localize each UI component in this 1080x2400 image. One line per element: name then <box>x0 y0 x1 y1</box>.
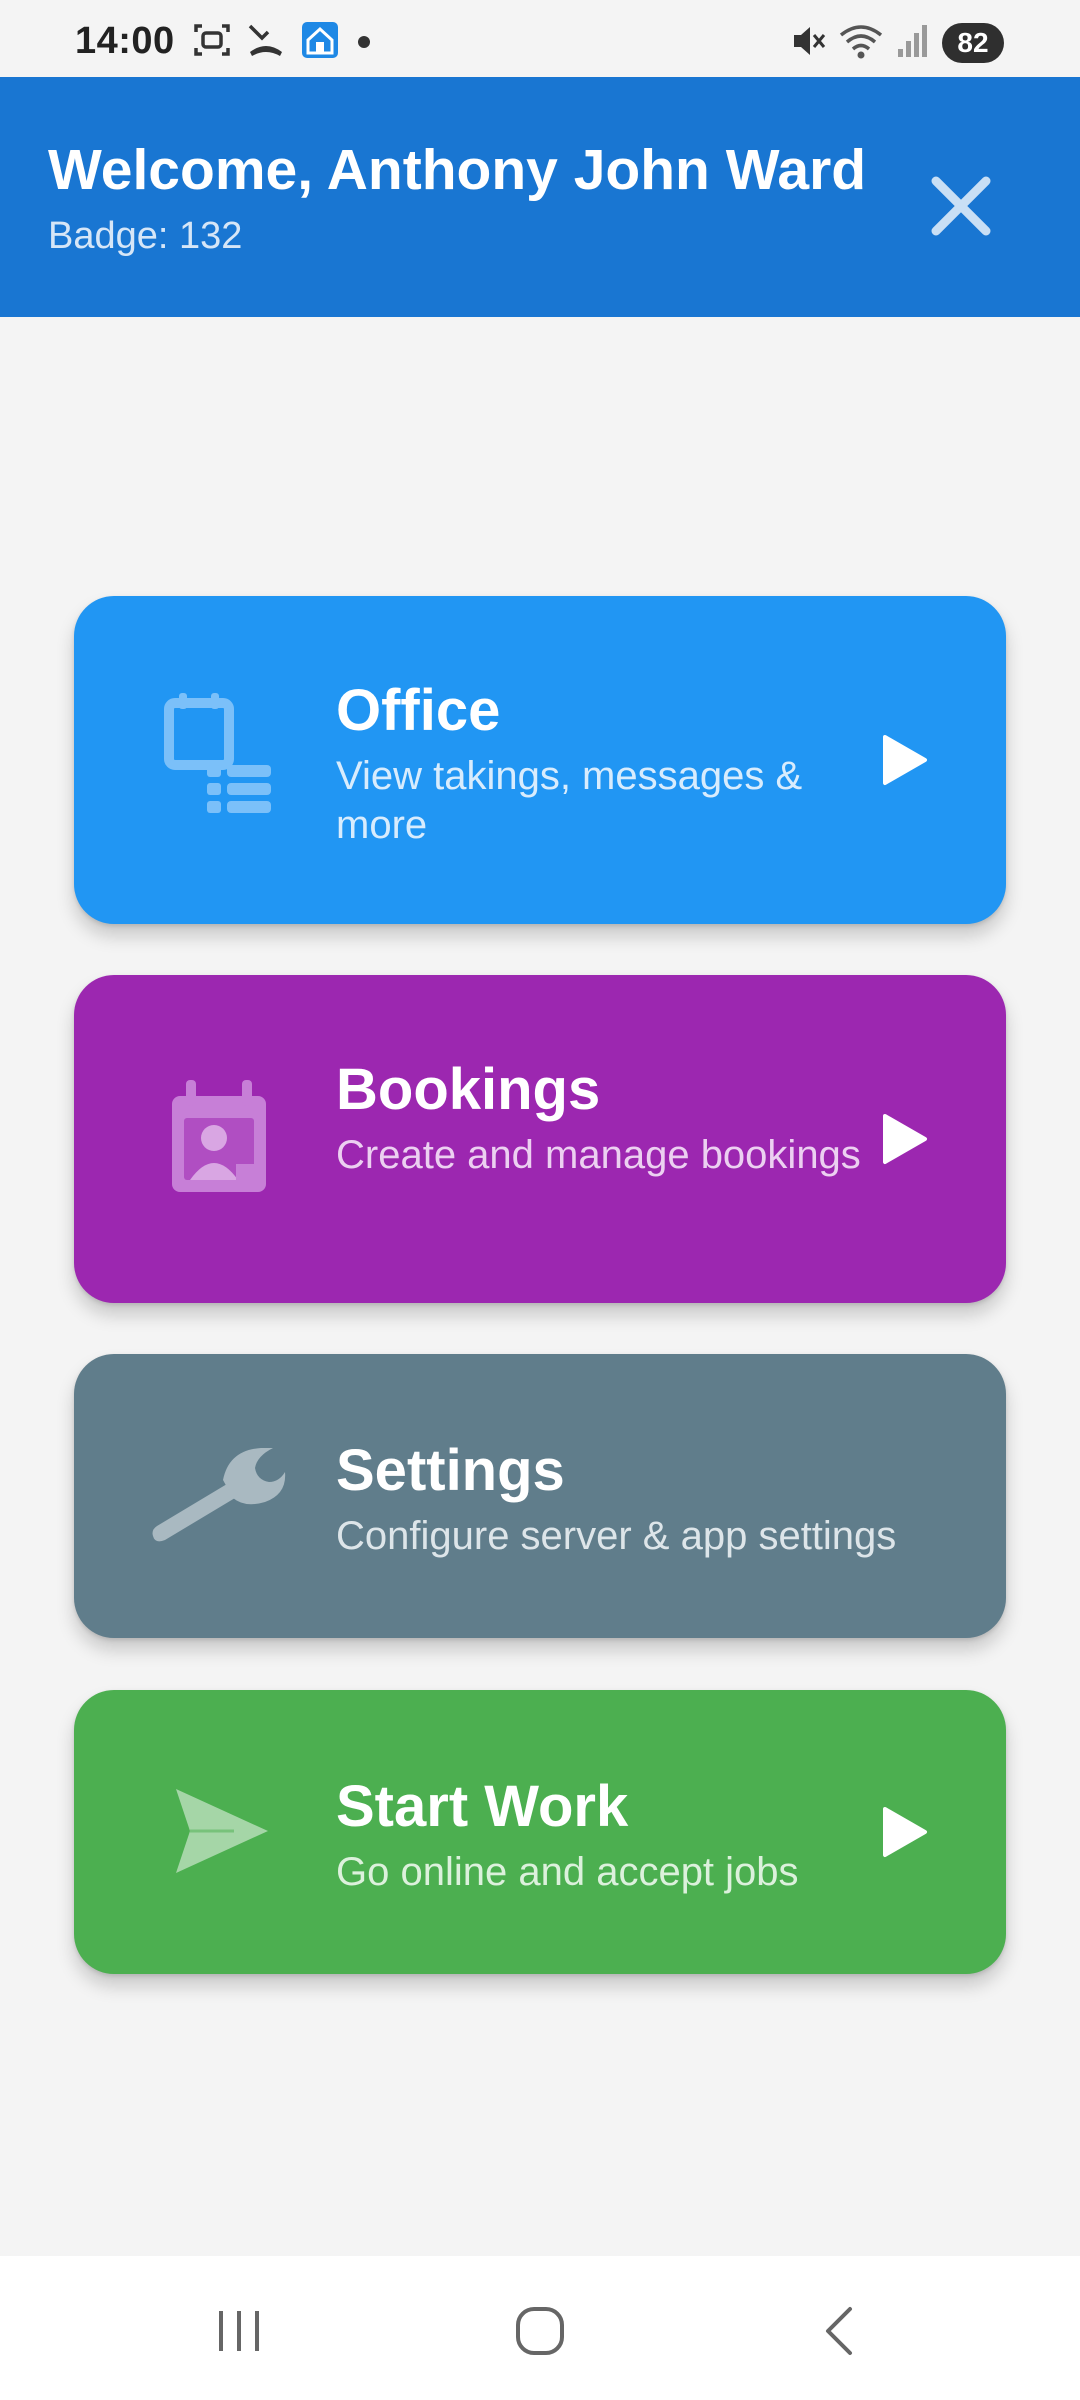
send-icon <box>144 1756 294 1906</box>
welcome-title: Welcome, Anthony John Ward <box>48 138 867 202</box>
wifi-icon <box>838 21 884 66</box>
office-icon <box>144 684 294 834</box>
signal-icon <box>896 21 930 66</box>
chevron-right-icon <box>874 1109 934 1169</box>
home-app-icon <box>300 20 340 65</box>
battery-indicator: 82 <box>942 23 1004 63</box>
start-work-card-text: Start Work Go online and accept jobs <box>336 1772 896 1897</box>
settings-description: Configure server & app settings <box>336 1514 897 1558</box>
office-title: Office <box>336 678 501 743</box>
app-screen: 14:00 82 Welcome, Anthony John Ward Badg… <box>0 0 1080 2400</box>
recents-button[interactable] <box>194 2286 284 2376</box>
settings-title: Settings <box>336 1438 565 1503</box>
close-icon <box>931 176 991 236</box>
settings-card-text: Settings Configure server & app settings <box>336 1436 976 1561</box>
notification-dot-icon <box>354 20 374 65</box>
badge-label: Badge: 132 <box>48 215 243 257</box>
home-button[interactable] <box>495 2286 585 2376</box>
home-icon <box>516 2307 564 2355</box>
wrench-icon <box>144 1420 294 1570</box>
bookings-card-text: Bookings Create and manage bookings <box>336 1055 896 1180</box>
office-card[interactable]: Office View takings, messages & more <box>74 596 1006 924</box>
back-icon <box>826 2307 852 2355</box>
screenshot-icon <box>192 20 232 65</box>
back-button[interactable] <box>797 2286 887 2376</box>
missed-call-icon <box>246 20 286 65</box>
chevron-right-icon <box>874 730 934 790</box>
start-work-card[interactable]: Start Work Go online and accept jobs <box>74 1690 1006 1974</box>
status-left-icons <box>192 20 374 65</box>
office-description: View takings, messages & more <box>336 754 803 847</box>
app-header: Welcome, Anthony John Ward Badge: 132 <box>0 77 1080 317</box>
settings-card[interactable]: Settings Configure server & app settings <box>74 1354 1006 1638</box>
status-bar: 14:00 82 <box>0 0 1080 77</box>
bookings-card[interactable]: Bookings Create and manage bookings <box>74 975 1006 1303</box>
office-card-text: Office View takings, messages & more <box>336 676 896 850</box>
status-right-icons: 82 <box>790 22 1004 64</box>
bookings-title: Bookings <box>336 1057 601 1122</box>
bookings-description: Create and manage bookings <box>336 1133 861 1177</box>
mute-icon <box>790 21 826 66</box>
start-work-description: Go online and accept jobs <box>336 1850 799 1894</box>
chevron-right-icon <box>874 1802 934 1862</box>
bookings-calendar-icon <box>144 1063 294 1213</box>
status-time: 14:00 <box>75 20 175 62</box>
system-nav-bar <box>0 2256 1080 2400</box>
recents-icon <box>219 2311 259 2351</box>
start-work-title: Start Work <box>336 1774 629 1839</box>
close-button[interactable] <box>918 163 1004 249</box>
